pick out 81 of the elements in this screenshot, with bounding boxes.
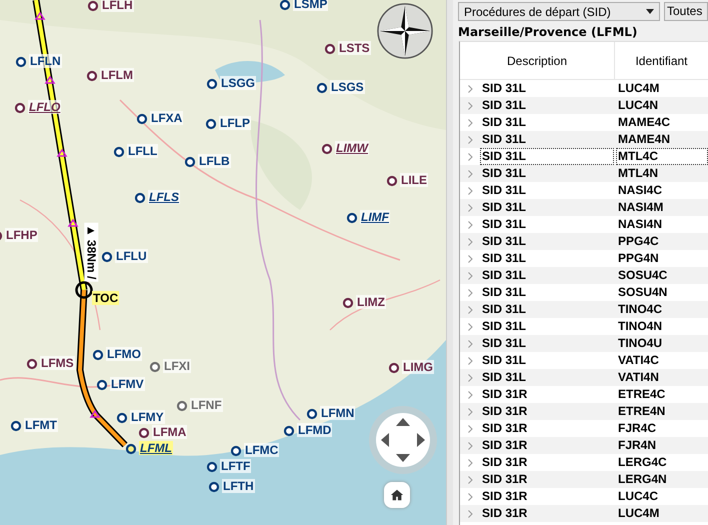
airport-icon[interactable] [316, 82, 328, 94]
airport-icon[interactable] [283, 425, 295, 437]
airport-icon[interactable] [138, 427, 150, 439]
airport-label: LSGS [330, 80, 365, 94]
airport-icon[interactable] [136, 113, 148, 125]
airport-icon[interactable] [87, 0, 99, 12]
table-cell[interactable]: MTL4C [616, 148, 708, 165]
airport-icon[interactable] [86, 70, 98, 82]
airport-icon[interactable] [125, 443, 137, 455]
airport-label: LFMA [152, 425, 188, 439]
home-button[interactable] [384, 482, 410, 508]
airport-icon[interactable] [184, 156, 196, 168]
airport-title: Marseille/Provence (LFML) [458, 25, 638, 39]
airport-label: LFXA [150, 111, 184, 125]
airport-icon[interactable] [342, 297, 354, 309]
airport-icon[interactable] [206, 461, 218, 473]
airport-label: LFLP [219, 116, 251, 130]
airport-icon[interactable] [279, 0, 291, 11]
airport-label: LFMC [244, 443, 280, 457]
airport-label: LIMF [360, 210, 390, 224]
airport-icon[interactable] [386, 175, 398, 187]
airport-label: LFHP [5, 228, 38, 242]
airport-icon[interactable] [230, 445, 242, 457]
pan-control[interactable] [368, 405, 438, 475]
table-cell[interactable]: SID 31L [480, 148, 614, 165]
airport-label: LFLS [148, 190, 180, 204]
airport-label: LFLH [101, 0, 134, 12]
airport-label: LSTS [338, 41, 371, 55]
airport-icon[interactable] [176, 400, 188, 412]
airport-label: LFML [139, 441, 173, 455]
airport-label: LIMZ [356, 295, 386, 309]
caret-icon [646, 9, 654, 14]
airport-label: LFLL [127, 144, 158, 158]
waypoint-icon[interactable] [75, 281, 93, 299]
airport-label: LFLO [28, 100, 62, 114]
distance-label: ▲ 38Nm / [84, 222, 98, 282]
airport-icon[interactable] [149, 361, 161, 373]
column-header[interactable]: Description [460, 42, 615, 79]
airport-icon[interactable] [116, 412, 128, 424]
filter-dropdown[interactable]: Toutes [664, 2, 708, 21]
airport-icon[interactable] [15, 56, 27, 68]
waypoint-label: TOC [92, 291, 120, 305]
airport-label: LFMN [320, 406, 356, 420]
airport-label: LFTH [222, 479, 255, 493]
airport-icon[interactable] [10, 420, 22, 432]
airport-label: LFXI [163, 359, 191, 373]
airport-label: LFMS [40, 356, 75, 370]
airport-label: LFMO [106, 347, 142, 361]
airport-label: LFMT [24, 418, 58, 432]
airport-label: LFLU [115, 249, 148, 263]
airport-icon[interactable] [96, 379, 108, 391]
home-icon [390, 488, 404, 502]
airport-label: LIMW [335, 141, 369, 155]
airport-label: LILE [400, 173, 428, 187]
airport-label: LFLM [100, 68, 134, 82]
airport-icon[interactable] [113, 146, 125, 158]
column-header[interactable]: Identifiant [615, 42, 708, 79]
airport-label: LFLN [29, 54, 62, 68]
airport-icon[interactable] [26, 358, 38, 370]
airport-label: LFMY [130, 410, 165, 424]
compass-icon[interactable] [376, 2, 434, 60]
airport-icon[interactable] [206, 78, 218, 90]
airport-icon[interactable] [92, 349, 104, 361]
airport-icon[interactable] [14, 102, 26, 114]
airport-icon[interactable] [388, 362, 400, 374]
airport-label: LIMG [402, 360, 434, 374]
airport-icon[interactable] [208, 481, 220, 493]
airport-label: LFMD [297, 423, 332, 437]
airport-icon[interactable] [346, 212, 358, 224]
airport-label: LFMV [110, 377, 145, 391]
airport-label: LFTF [220, 459, 252, 473]
airport-icon[interactable] [321, 143, 333, 155]
airport-icon[interactable] [306, 408, 318, 420]
airport-icon[interactable] [134, 192, 146, 204]
airport-icon[interactable] [205, 118, 217, 130]
airport-label: LFNF [190, 398, 223, 412]
airport-label: LSGG [220, 76, 256, 90]
airport-label: LFLB [198, 154, 231, 168]
airport-icon[interactable] [324, 43, 336, 55]
airport-icon[interactable] [101, 251, 113, 263]
procedure-dropdown[interactable]: Procédures de départ (SID) [458, 2, 660, 21]
